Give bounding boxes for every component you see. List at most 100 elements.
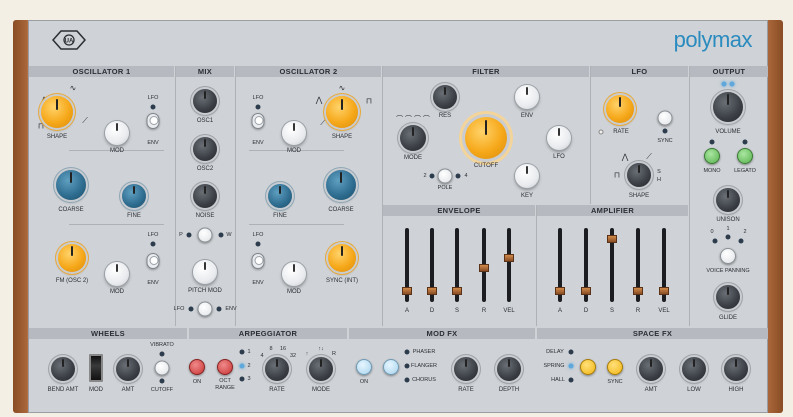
pitch-mod-env-led xyxy=(216,306,222,312)
fader-cap[interactable] xyxy=(427,287,437,296)
arp-mode-knob[interactable] xyxy=(309,357,333,381)
lfo-sync-button[interactable] xyxy=(657,110,673,126)
amplifier-r-fader[interactable] xyxy=(633,228,643,302)
osc2-fine-knob[interactable] xyxy=(268,184,292,208)
fader-cap[interactable] xyxy=(555,287,565,296)
mix-w-label: W xyxy=(226,232,232,238)
wheels-amount-knob[interactable] xyxy=(116,357,140,381)
filter-lfo-label: LFO xyxy=(553,154,565,160)
noise-color-button[interactable] xyxy=(197,227,213,243)
osc2-sync-knob[interactable] xyxy=(328,244,356,272)
filter-cutoff-knob[interactable] xyxy=(465,117,507,159)
arp-oct-range-button[interactable] xyxy=(217,359,233,375)
fader-cap[interactable] xyxy=(659,287,669,296)
osc1-mod-source-switch[interactable] xyxy=(146,113,160,129)
arp-on-label: ON xyxy=(192,379,202,385)
voice-panning-button[interactable] xyxy=(720,248,736,264)
lfo-rate-knob[interactable] xyxy=(606,95,634,123)
filter-env-knob[interactable] xyxy=(515,85,539,109)
lfo-shape-knob[interactable] xyxy=(627,163,651,187)
pitch-mod-knob[interactable] xyxy=(193,260,217,284)
amplifier-s-fader[interactable] xyxy=(607,228,617,302)
osc2-mod-knob[interactable] xyxy=(282,121,306,145)
modfx-rate-knob[interactable] xyxy=(454,357,478,381)
spacefx-sync-button[interactable] xyxy=(607,359,623,375)
osc1-fm-knob[interactable] xyxy=(58,244,86,272)
wheels-amount-label: AMT xyxy=(121,387,135,393)
lfo-square-icon: ⊓ xyxy=(613,170,621,180)
glide-label: GLIDE xyxy=(718,315,738,321)
panning-0-label: 0 xyxy=(710,229,714,235)
mix-noise-knob[interactable] xyxy=(193,184,217,208)
lfo-shape-label: SHAPE xyxy=(628,193,650,199)
envelope-a-fader[interactable] xyxy=(402,228,412,302)
fader-cap[interactable] xyxy=(504,254,514,263)
phaser-led xyxy=(404,349,410,355)
knob-indicator xyxy=(444,86,446,96)
mix-osc1-knob[interactable] xyxy=(193,89,217,113)
envelope-d-fader[interactable] xyxy=(427,228,437,302)
fader-cap[interactable] xyxy=(452,287,462,296)
legato-button[interactable] xyxy=(737,148,753,164)
osc2-sync-source-switch[interactable] xyxy=(251,253,265,269)
osc1-fm-mod-label: MOD xyxy=(110,289,124,295)
filter-res-knob[interactable] xyxy=(433,85,457,109)
osc1-fm-env-label: ENV xyxy=(147,280,159,286)
glide-knob[interactable] xyxy=(716,285,740,309)
modfx-type-button[interactable] xyxy=(383,359,399,375)
filter-pole-button[interactable] xyxy=(437,168,453,184)
amplifier-d-fader[interactable] xyxy=(581,228,591,302)
pitch-mod-lfo-led xyxy=(188,306,194,312)
envelope-vel-fader[interactable] xyxy=(504,228,514,302)
envelope-s-fader[interactable] xyxy=(452,228,462,302)
mono-button[interactable] xyxy=(704,148,720,164)
osc1-fine-knob[interactable] xyxy=(122,184,146,208)
osc2-coarse-knob[interactable] xyxy=(326,170,356,200)
fader-cap[interactable] xyxy=(402,287,412,296)
osc1-fm-source-switch[interactable] xyxy=(146,253,160,269)
fader-cap[interactable] xyxy=(633,287,643,296)
osc2-lfo-led xyxy=(255,104,261,110)
knob-indicator xyxy=(650,358,652,368)
fader-cap[interactable] xyxy=(607,234,617,243)
panning-1-led xyxy=(725,234,731,240)
osc1-mod-label: MOD xyxy=(110,148,124,154)
arp-rate-knob[interactable] xyxy=(265,357,289,381)
brand-name-bold: poly xyxy=(673,27,713,52)
osc1-mod-knob[interactable] xyxy=(105,121,129,145)
modfx-on-button[interactable] xyxy=(356,359,372,375)
filter-mode-knob[interactable] xyxy=(400,125,426,151)
osc2-mod-source-switch[interactable] xyxy=(251,113,265,129)
filter-key-knob[interactable] xyxy=(515,164,539,188)
divider xyxy=(689,66,690,326)
knob-indicator xyxy=(465,358,467,368)
osc2-shape-knob[interactable] xyxy=(326,96,358,128)
modfx-depth-knob[interactable] xyxy=(497,357,521,381)
osc2-sync-mod-knob[interactable] xyxy=(282,262,306,286)
spacefx-high-knob[interactable] xyxy=(724,357,748,381)
filter-lfo-knob[interactable] xyxy=(547,126,571,150)
spacefx-type-button[interactable] xyxy=(580,359,596,375)
synth-frame: UA polymax OSCILLATOR 1 MIX OSCILLATOR 2… xyxy=(13,20,783,413)
fader-cap[interactable] xyxy=(581,287,591,296)
mix-osc2-knob[interactable] xyxy=(193,137,217,161)
amplifier-a-fader[interactable] xyxy=(555,228,565,302)
osc1-fm-mod-knob[interactable] xyxy=(105,262,129,286)
unison-knob[interactable] xyxy=(716,188,740,212)
pitch-mod-source-button[interactable] xyxy=(197,301,213,317)
spacefx-low-knob[interactable] xyxy=(682,357,706,381)
header-arp: ARPEGGIATOR xyxy=(189,328,347,339)
osc1-fm-label: FM (OSC 2) xyxy=(55,278,89,284)
divider xyxy=(536,205,537,326)
amplifier-vel-fader[interactable] xyxy=(659,228,669,302)
wheels-destination-button[interactable] xyxy=(154,360,170,376)
osc1-coarse-knob[interactable] xyxy=(56,170,86,200)
bend-amount-knob[interactable] xyxy=(51,357,75,381)
mod-wheel[interactable] xyxy=(89,354,103,382)
output-volume-knob[interactable] xyxy=(713,92,743,122)
osc1-shape-knob[interactable] xyxy=(41,96,73,128)
spacefx-amount-knob[interactable] xyxy=(639,357,663,381)
envelope-r-fader[interactable] xyxy=(479,228,489,302)
fader-cap[interactable] xyxy=(479,264,489,273)
arp-on-button[interactable] xyxy=(189,359,205,375)
